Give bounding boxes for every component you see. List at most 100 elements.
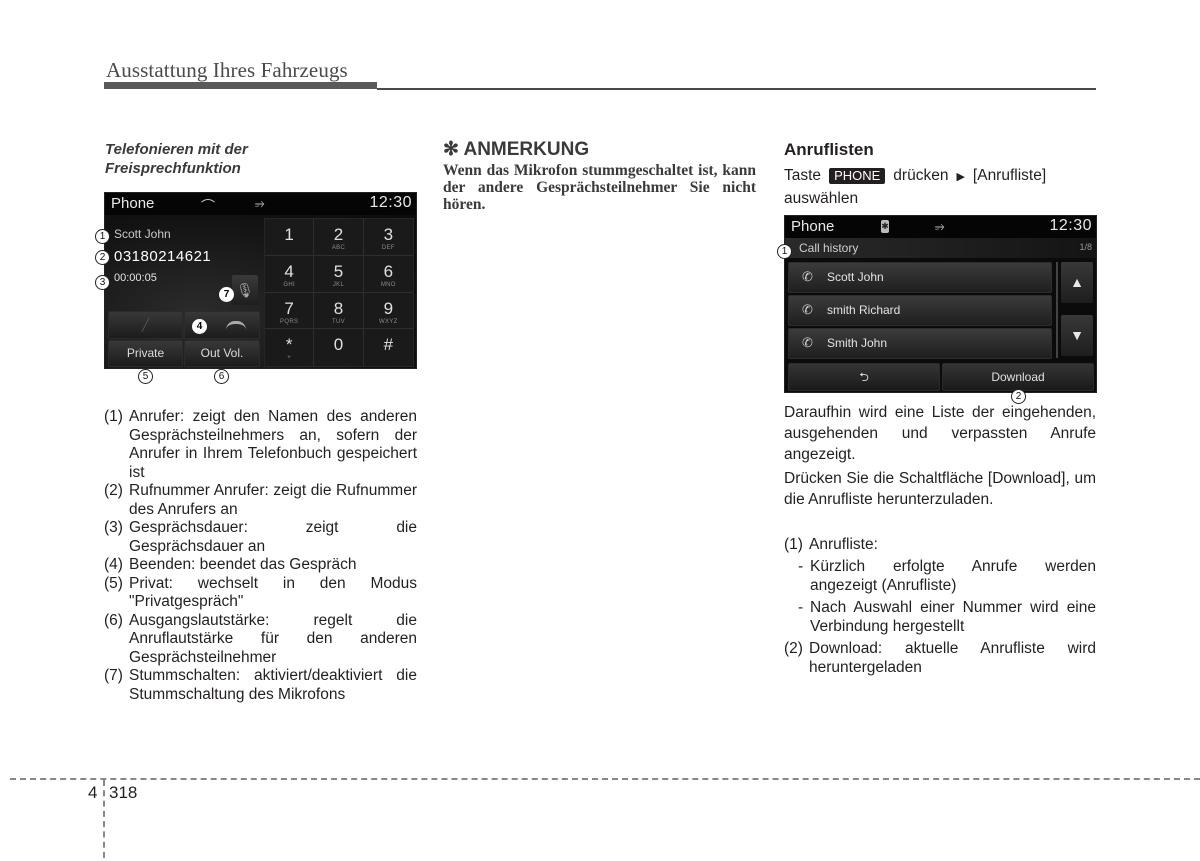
item-number: (4) (104, 556, 123, 573)
callout-1: 1 (777, 244, 792, 259)
item-text: Kürzlich erfolgte Anrufe werden angezeig… (810, 557, 1096, 595)
call-history-row[interactable]: ✆ Scott John (788, 262, 1052, 293)
page-number: 318 (109, 783, 138, 802)
call-history-row[interactable]: ✆ Smith John (788, 328, 1052, 359)
item-text: Download: aktuelle Anrufliste wird herun… (809, 639, 1096, 677)
key-digit: 3 (383, 225, 394, 244)
private-button[interactable]: Private (108, 340, 183, 367)
list-item: - Nach Auswahl einer Nummer wird eine Ver… (784, 598, 1096, 637)
list-item: (7) Stummschalten: aktiviert/deaktiviert … (104, 667, 417, 704)
callout-2: 2 (95, 250, 110, 265)
item-text: Ausgangslautstärke: regelt die Anruflaut… (129, 611, 417, 666)
key-letters: WXYZ (379, 318, 398, 325)
page-indicator: 1/8 (1079, 242, 1092, 252)
item-number: (6) (104, 611, 123, 629)
item-text: Rufnummer Anrufer: zeigt die Rufnummer d… (129, 482, 417, 518)
usb-icon: ⭌ (935, 219, 945, 233)
call-history-screen: Phone ✱ ⭌ 12:30 Call history 1/8 ✆ Scott … (784, 215, 1097, 393)
item-text: Beenden: beendet das Gespräch (129, 556, 357, 573)
back-button[interactable]: ⮌ (788, 363, 940, 391)
keypad-key-6[interactable]: 6 MNO (363, 256, 413, 293)
key-digit: 7 (284, 298, 294, 318)
keypad-key-0[interactable]: 0 (314, 329, 364, 366)
instruction-mid: drücken (893, 167, 949, 184)
contact-name: smith Richard (827, 303, 901, 317)
key-digit: 2 (333, 225, 344, 244)
key-letters: ABC (331, 245, 346, 251)
contact-name: Scott John (827, 270, 884, 284)
caller-number: 03180214621 (114, 248, 212, 265)
call-history-header: Call history 1/8 (785, 238, 1096, 258)
instruction-prefix: Taste (784, 167, 822, 184)
keypad-key-9[interactable]: 9 WXYZ (363, 293, 413, 330)
arrow-right-icon: ▶ (956, 171, 965, 183)
keypad-key-3[interactable]: 3 DEF (363, 219, 413, 256)
note-box: ✻ ANMERKUNG Wenn das Mikrofon stummgesch… (443, 139, 756, 214)
caller-name: Scott John (114, 227, 171, 241)
key-digit: 5 (333, 261, 344, 281)
list-item: (1) Anrufliste: (784, 535, 1096, 555)
chapter-header-title: Ausstattung Ihres Fahrzeugs (106, 58, 348, 82)
back-arrow-icon: ⮌ (859, 370, 869, 384)
paragraph-2: Drücken Sie die Schaltfläche [Download],… (784, 470, 1096, 508)
call-duration: 00:00:05 (114, 272, 157, 284)
keypad-key-4[interactable]: 4 GHI (265, 255, 315, 293)
item-number: - (798, 598, 804, 616)
scroll-down-button[interactable]: ▼ (1061, 315, 1093, 356)
section-subheading: Telefonieren mit der Freisprechfunktion (105, 140, 417, 178)
keypad-key-hash[interactable]: # (364, 329, 413, 366)
keypad-key-5[interactable]: 5 JKL (314, 255, 364, 293)
scroll-up-button[interactable]: ▲ (1061, 262, 1093, 303)
key-letters: GHI (283, 281, 295, 288)
item-text: Gesprächsdauer: zeigt die Gesprächsdauer… (129, 519, 417, 555)
subheading-line-2: Freisprechfunktion (105, 160, 241, 177)
callout-3: 3 (95, 275, 110, 290)
phone-call-screen: Phone ⌒ ⭌ 12:30 Scott John 03180214621 0… (104, 192, 417, 369)
call-history-row[interactable]: ✆ smith Richard (788, 295, 1052, 326)
screen-status-bar: Phone ⌒ ⭌ 12:30 (105, 193, 416, 215)
subheading-line-1: Telefonieren mit der (105, 141, 248, 158)
scrollbar[interactable] (1056, 262, 1058, 358)
item-text: Privat: wechselt in den Modus "Privatges… (129, 574, 417, 611)
header-rule (377, 88, 1096, 90)
mute-microphone-button[interactable]: 🎙 (232, 275, 258, 305)
list-item: (4) Beenden: beendet das Gespräch (104, 556, 417, 575)
call-history-label: Call history (799, 241, 859, 255)
phone-handset-icon: ⌒ (201, 198, 215, 214)
key-letters: JKL (332, 281, 345, 288)
outgoing-call-icon: ✆ (802, 302, 813, 317)
callout-6: 6 (214, 369, 229, 384)
right-body: Daraufhin wird eine Liste der eingehende… (784, 402, 1096, 678)
footer-rule (10, 778, 1200, 780)
keypad-key-star[interactable]: * + (265, 329, 315, 366)
callout-5: 5 (138, 369, 153, 384)
usb-icon: ⭌ (255, 196, 265, 210)
key-letters: MNO (380, 281, 396, 288)
bluetooth-icon: ✱ (881, 220, 889, 233)
instruction-text: Taste PHONE drücken ▶ [Anrufliste] auswählen (784, 165, 1096, 209)
keypad-key-7[interactable]: 7 PQRS (265, 292, 315, 330)
keypad-key-1[interactable]: 1 (265, 219, 315, 256)
key-digit: 1 (284, 225, 294, 244)
callout-7: 7 (219, 287, 234, 302)
list-item: (6) Ausgangslautstärke: regelt die Anrufl… (104, 612, 417, 668)
list-item: (2) Rufnummer Anrufer: zeigt die Rufnumme… (104, 482, 417, 519)
screen-title: Phone (791, 218, 835, 235)
accept-call-button[interactable]: ╱ (108, 311, 183, 339)
left-column: Telefonieren mit der Freisprechfunktion (105, 140, 417, 178)
footer-vertical-rule (103, 780, 105, 858)
callout-4: 4 (192, 319, 207, 334)
item-number: (1) (104, 408, 123, 425)
item-text: Anrufer: zeigt den Namen des anderen Ges… (129, 408, 417, 481)
triangle-up-icon: ▲ (1070, 274, 1084, 290)
out-volume-button[interactable]: Out Vol. (184, 340, 260, 367)
item-number: (7) (104, 667, 123, 684)
keypad-key-2[interactable]: 2 ABC (314, 219, 364, 256)
note-heading: ✻ ANMERKUNG (443, 139, 590, 160)
key-digit: # (383, 335, 394, 355)
key-letters: TUV (332, 318, 345, 325)
download-button[interactable]: Download (942, 363, 1094, 391)
item-text: Anrufliste: (809, 536, 878, 553)
keypad-key-8[interactable]: 8 TUV (314, 292, 364, 330)
item-number: (1) (784, 536, 803, 553)
